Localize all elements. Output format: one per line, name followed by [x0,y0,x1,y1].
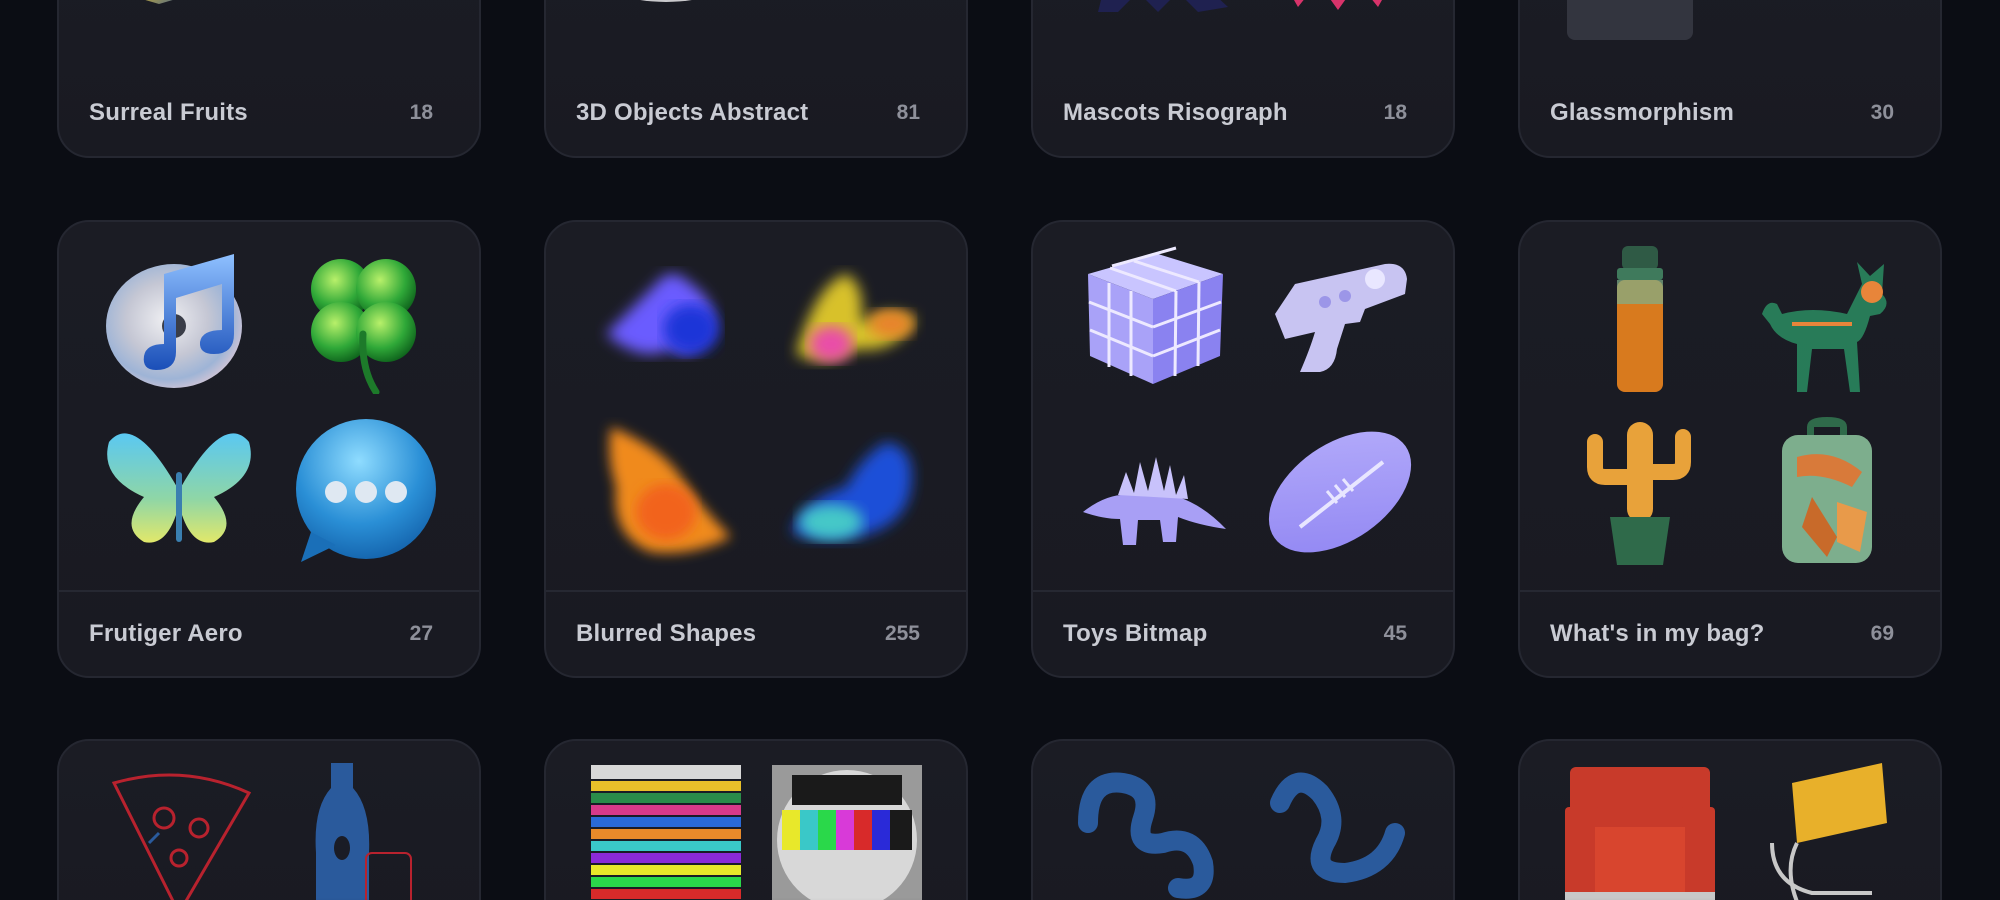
collection-card-blurred-shapes[interactable]: Blurred Shapes 255 [544,220,968,678]
collection-card-whats-in-my-bag[interactable]: What's in my bag? 69 [1518,220,1942,678]
card-footer: Glassmorphism 30 [1520,70,1940,156]
stegosaurus-icon [1078,417,1228,567]
card-count: 69 [1870,622,1894,645]
card-footer: What's in my bag? 69 [1520,590,1940,676]
card-count: 18 [1383,101,1407,124]
card-title: Glassmorphism [1550,99,1734,126]
card-count: 255 [884,622,920,645]
card-footer: Frutiger Aero 27 [59,590,479,676]
collection-card-toys-bitmap[interactable]: Toys Bitmap 45 [1031,220,1455,678]
water-bottle-icon [1565,244,1715,394]
butterfly-icon [104,417,254,567]
orange-blob-icon [801,0,921,12]
card-count: 18 [409,101,433,124]
blur-cyan-blue-icon [776,417,926,567]
glass-violet-icon [1775,0,1895,12]
card-title: Surreal Fruits [89,99,248,126]
collection-card-frutiger-aero[interactable]: Frutiger Aero 27 [57,220,481,678]
collection-card-row3-col2[interactable] [544,739,968,900]
toy-gun-icon [1265,244,1415,394]
yellow-chair-icon [1752,763,1902,900]
card-count: 81 [896,101,920,124]
card-title: Toys Bitmap [1063,620,1208,647]
blur-blue-purple-icon [591,244,741,394]
card-title: 3D Objects Abstract [576,99,809,126]
rubiks-cube-icon [1078,244,1228,394]
blur-yellow-pink-icon [776,244,926,394]
collection-card-glassmorphism[interactable]: Glassmorphism 30 [1518,0,1942,158]
red-armchair-icon [1565,767,1715,900]
four-leaf-clover-icon [291,244,441,394]
card-footer: 3D Objects Abstract 81 [546,70,966,156]
football-icon [1265,417,1415,567]
card-count: 27 [409,622,433,645]
cactus-icon [1565,417,1715,567]
card-title: Mascots Risograph [1063,99,1288,126]
marble-blob-icon [591,0,741,12]
card-footer: Surreal Fruits 18 [59,70,479,156]
card-title: Frutiger Aero [89,620,243,647]
card-footer: Toys Bitmap 45 [1033,590,1453,676]
chat-bubble-icon [291,417,441,567]
xray-dog-icon [1752,244,1902,394]
glitch-broadcast-icon [591,765,741,900]
card-title: Blurred Shapes [576,620,757,647]
card-title: What's in my bag? [1550,620,1765,647]
blue-wave-icon [1265,763,1415,900]
purple-glow-icon [369,0,429,2]
collection-card-3d-objects-abstract[interactable]: 3D Objects Abstract 81 [544,0,968,158]
collection-card-surreal-fruits[interactable]: Surreal Fruits 18 [57,0,481,158]
mascot-pink-icon [1268,0,1408,12]
collection-card-mascots-risograph[interactable]: Mascots Risograph 18 [1031,0,1455,158]
blue-squiggle-icon [1078,763,1228,900]
music-note-disc-icon [104,244,254,394]
card-footer: Blurred Shapes 255 [546,590,966,676]
glass-panel-icon [1565,0,1695,42]
collection-card-row3-col3[interactable] [1031,739,1455,900]
fruit-cube-icon [104,0,214,12]
collections-grid: Surreal Fruits 18 3D Objects Abstract 81 [0,0,2000,900]
test-pattern-tv-icon [772,765,922,900]
mascot-dark-icon [1088,0,1238,12]
collection-card-row3-col4[interactable] [1518,739,1942,900]
card-count: 30 [1870,101,1894,124]
blur-orange-icon [591,417,741,567]
bottle-vase-icon [291,763,441,900]
pizza-slice-icon [104,763,254,900]
collection-card-row3-col1[interactable] [57,739,481,900]
card-count: 45 [1383,622,1407,645]
card-footer: Mascots Risograph 18 [1033,70,1453,156]
backpack-icon [1752,417,1902,567]
